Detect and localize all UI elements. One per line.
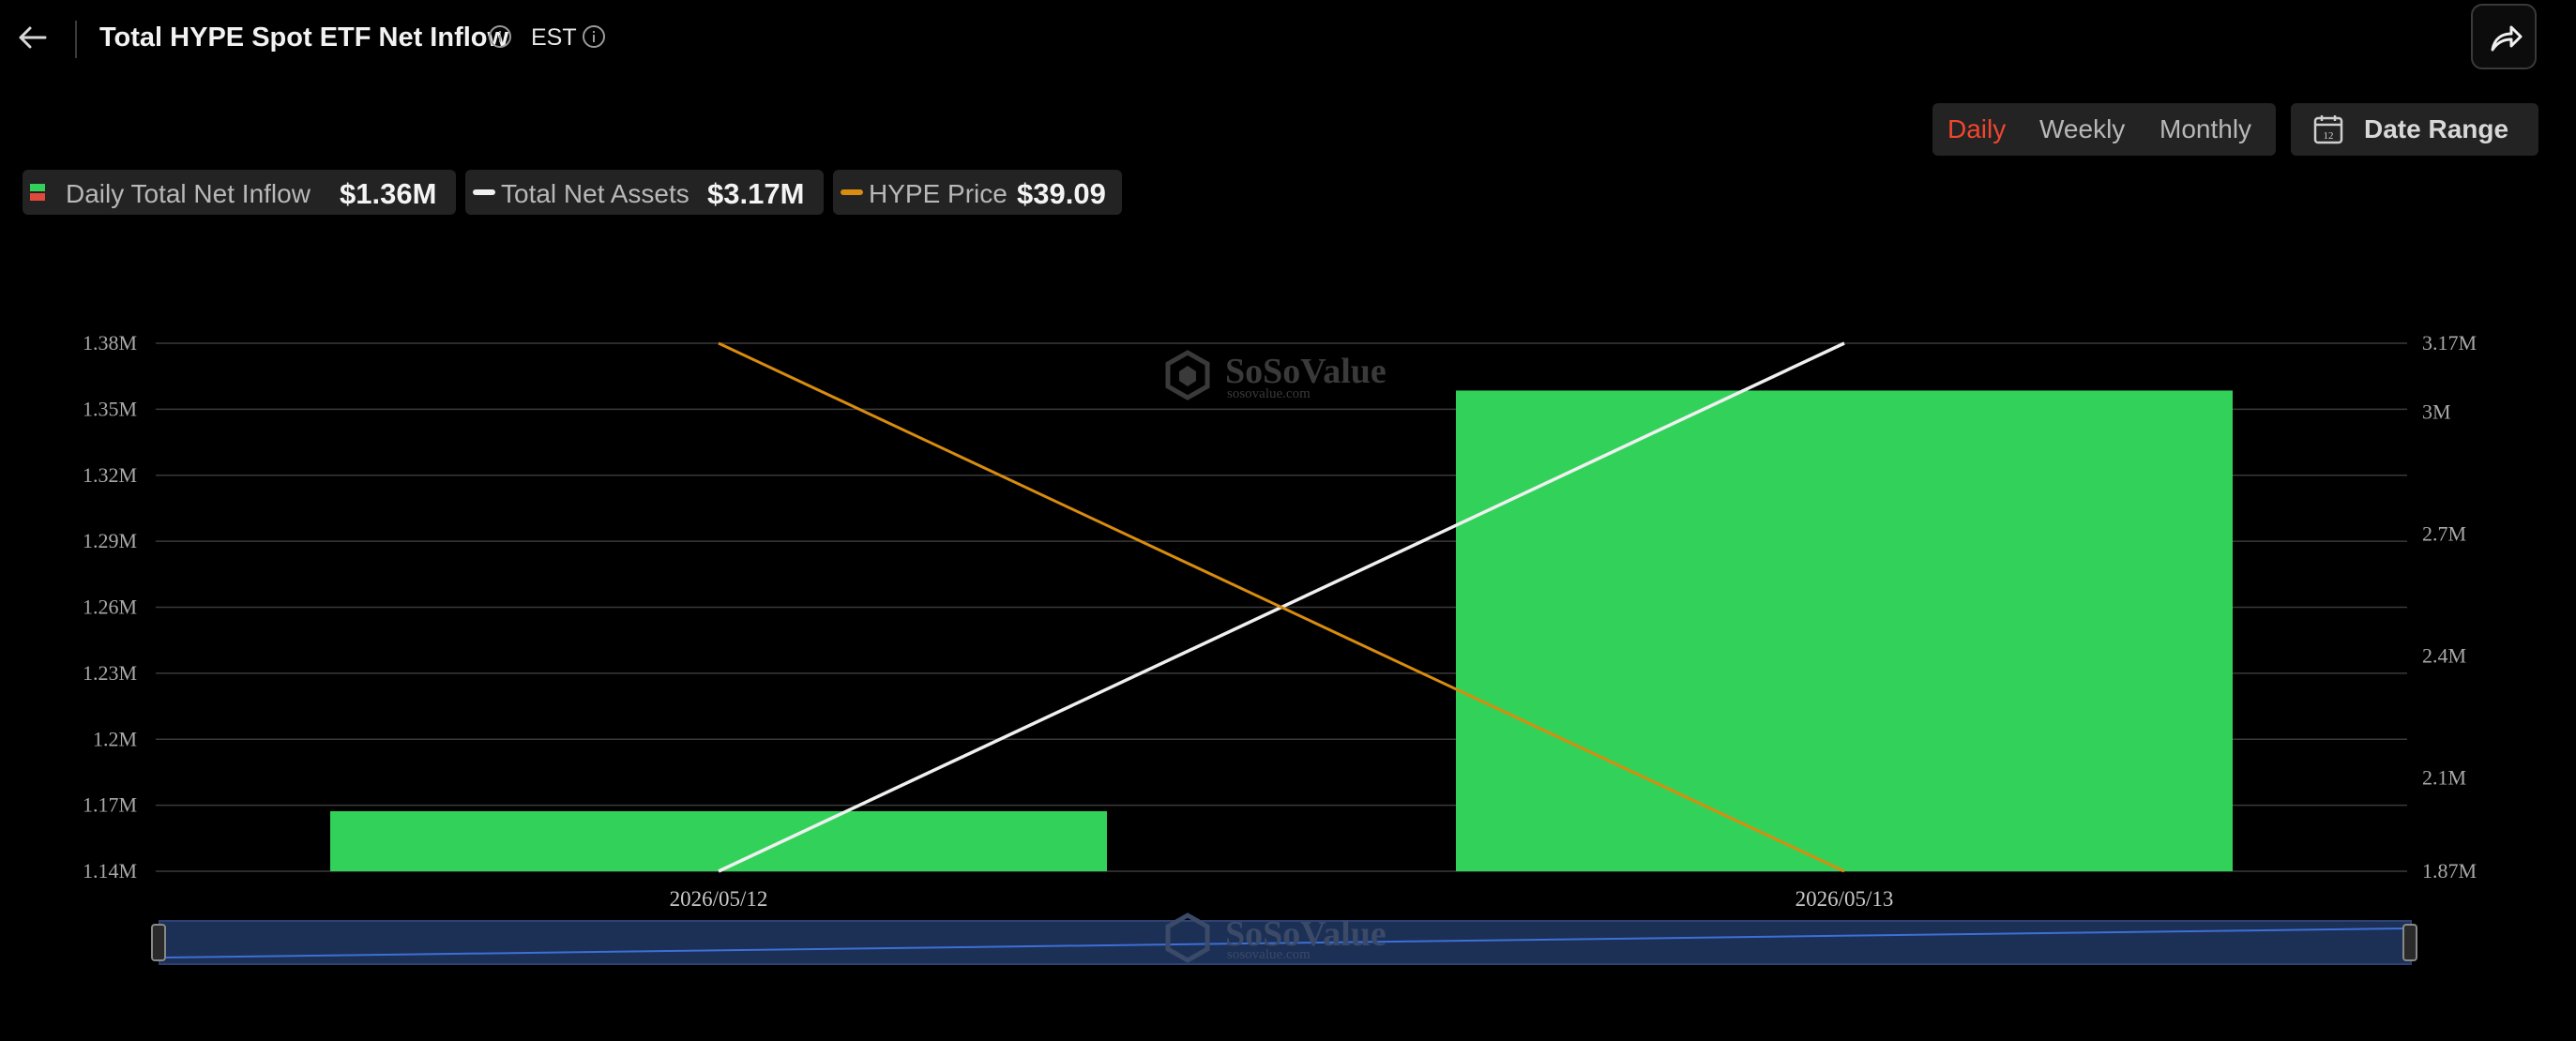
left-axis-tick-label: 1.2M (93, 727, 137, 750)
navigator-left-handle[interactable] (151, 924, 166, 961)
left-axis-tick-label: 1.35M (83, 397, 137, 420)
chart-area: SoSoValue sosovalue.com 1.14M 1.17M 1.2M 1.… (83, 331, 2477, 965)
right-axis-tick-label: 3.17M (2422, 331, 2477, 355)
left-axis-tick-label: 1.38M (83, 331, 137, 355)
right-axis-tick-label: 1.87M (2422, 859, 2477, 883)
left-axis-tick-label: 1.23M (83, 661, 137, 685)
left-axis-tick-label: 1.29M (83, 529, 137, 552)
range-navigator[interactable]: SoSoValue sosovalue.com (151, 913, 2417, 965)
net-inflow-bar[interactable] (1456, 390, 2233, 871)
right-axis-tick-label: 2.4M (2422, 643, 2466, 667)
left-axis-tick-label: 1.14M (83, 859, 137, 883)
watermark-url: sosovalue.com (1227, 386, 1311, 401)
watermark: SoSoValue sosovalue.com (1165, 350, 1386, 401)
left-axis-tick-label: 1.26M (83, 596, 137, 619)
right-axis-tick-label: 3M (2422, 400, 2451, 424)
left-axis-tick-label: 1.17M (83, 793, 137, 817)
navigator-watermark-url: sosovalue.com (1227, 947, 1311, 962)
navigator-right-handle[interactable] (2402, 924, 2417, 961)
net-inflow-bar[interactable] (330, 810, 1107, 871)
x-axis-tick-label: 2026/05/12 (670, 887, 768, 911)
x-axis-tick-label: 2026/05/13 (1796, 887, 1894, 911)
right-axis-tick-label: 2.1M (2422, 765, 2466, 789)
left-axis-tick-label: 1.32M (83, 463, 137, 487)
watermark-name: SoSoValue (1225, 352, 1386, 391)
right-axis-tick-label: 2.7M (2422, 522, 2466, 546)
